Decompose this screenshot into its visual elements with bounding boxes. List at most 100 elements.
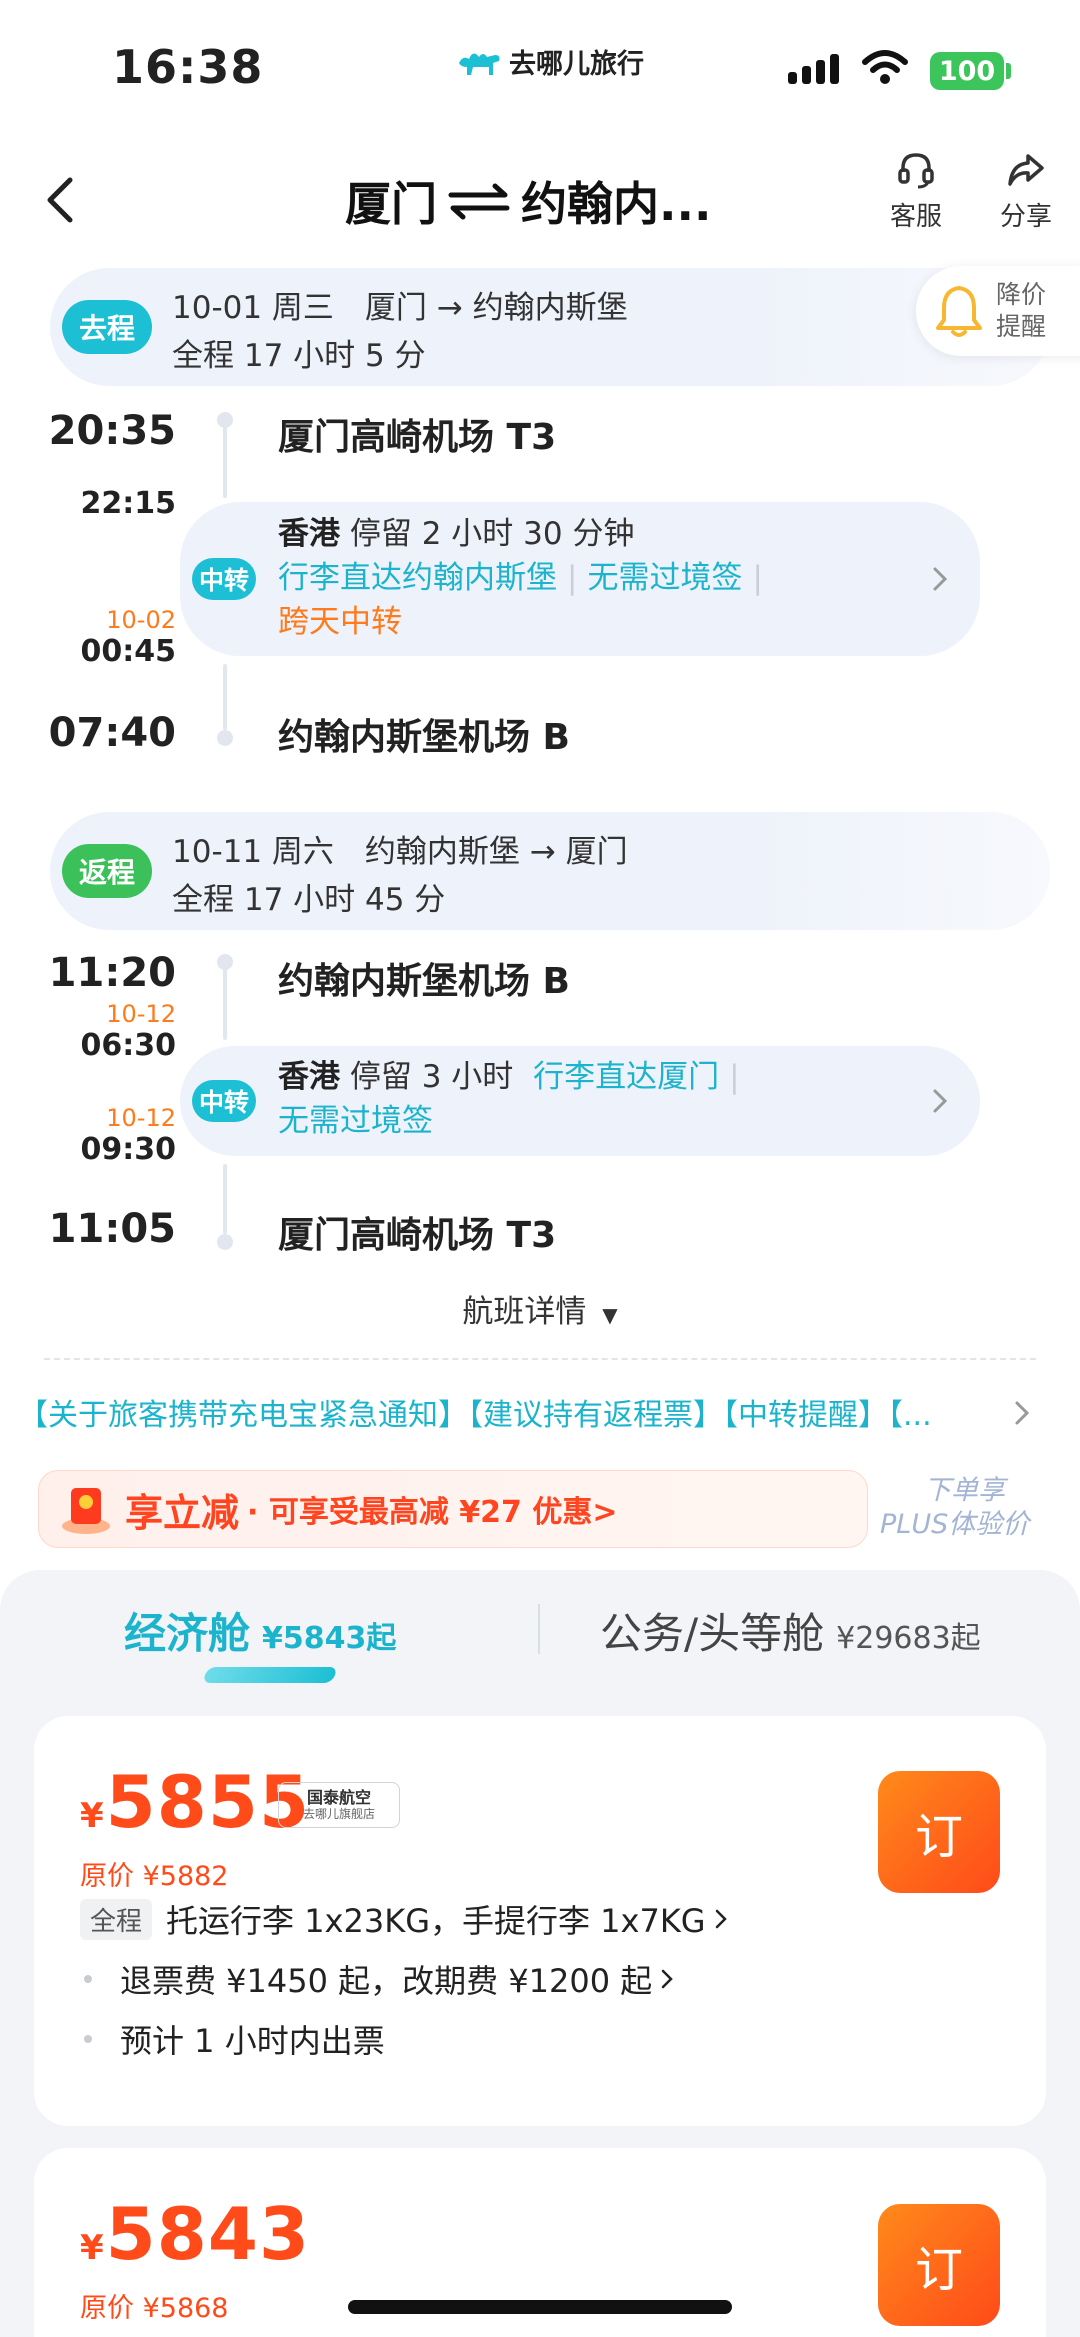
return-badge: 返程 <box>62 844 152 898</box>
outbound-summary: 去程 10-01 周三 厦门 → 约翰内斯堡 全程 17 小时 5 分 <box>50 268 1050 386</box>
chevron-right-icon <box>662 1969 674 1989</box>
battery-tip <box>1006 63 1011 79</box>
return-transfer-stay: 停留 3 小时 <box>349 1059 514 1095</box>
timeline-dot <box>217 730 233 746</box>
outbound-depart-time: 20:35 <box>48 408 176 454</box>
outbound-date-route: 10-01 周三 厦门 → 约翰内斯堡 <box>172 290 628 326</box>
bullet <box>84 1975 92 1983</box>
price-alert-line2: 提醒 <box>996 312 1047 341</box>
flight-details-toggle[interactable]: 航班详情 ▼ <box>0 1286 1080 1331</box>
tab-economy-label: 经济舱 <box>124 1609 251 1658</box>
battery-indicator: 100 <box>930 52 1004 90</box>
return-transfer-badge: 中转 <box>192 1080 256 1122</box>
status-bar: 16:38 去哪儿旅行 100 <box>0 0 1080 130</box>
promo-description: · 可享受最高减 ¥27 优惠> <box>247 1495 618 1530</box>
baggage-row[interactable]: 全程 托运行李 1x23KG，手提行李 1x7KG <box>80 1896 728 1942</box>
status-time: 16:38 <box>112 40 264 94</box>
red-envelope-icon <box>62 1488 110 1534</box>
original-price: 原价 ¥5868 <box>80 2293 229 2324</box>
chevron-right-icon <box>715 1909 727 1929</box>
route-title: 厦门 约翰内... <box>345 168 711 234</box>
plus-price-hint[interactable]: 下单享 PLUS体验价 <box>880 1474 1029 1542</box>
outbound-transfer-city: 香港 <box>278 516 340 552</box>
outbound-transfer-info: 香港 停留 2 小时 30 分钟 行李直达约翰内斯堡 | 无需过境签 | 跨天中转 <box>278 516 763 640</box>
return-transfer-card[interactable]: 中转 香港 停留 3 小时 行李直达厦门 | 无需过境签 <box>180 1046 980 1156</box>
outbound-transfer-badge: 中转 <box>192 558 256 600</box>
return-transfer-tag-baggage: 行李直达厦门 <box>533 1059 720 1095</box>
tab-economy-price: ¥5843起 <box>262 1621 397 1656</box>
fare-price: ¥ 5843 <box>80 2192 310 2276</box>
bell-icon <box>936 286 982 337</box>
timeline-line <box>223 420 227 498</box>
refund-info: 退票费 ¥1450 起，改期费 ¥1200 起 <box>120 1962 653 2000</box>
share-button[interactable]: 分享 <box>1000 150 1052 233</box>
tab-economy[interactable]: 经济舱 ¥5843起 <box>124 1600 396 1661</box>
timeline-line <box>223 1164 227 1234</box>
return-transfer-info: 香港 停留 3 小时 行李直达厦门 | 无需过境签 <box>278 1059 740 1139</box>
scope-chip: 全程 <box>80 1898 153 1940</box>
outbound-depart-airport: 厦门高崎机场 T3 <box>278 417 557 458</box>
airline-store: 去哪儿旗舰店 <box>302 1806 375 1821</box>
tab-divider <box>538 1604 540 1654</box>
wifi-icon <box>862 50 908 84</box>
plus-hint-line1: 下单享 <box>924 1475 1005 1506</box>
chevron-right-icon[interactable] <box>1012 1398 1032 1428</box>
outbound-transfer-arrive-time: 22:15 <box>80 486 177 521</box>
outbound-transfer-stay: 停留 2 小时 30 分钟 <box>349 516 635 552</box>
return-depart-airport: 约翰内斯堡机场 B <box>278 961 570 1002</box>
book-button[interactable]: 订 <box>878 2204 1000 2326</box>
fare-price: ¥ 5855 <box>80 1760 310 1844</box>
customer-service-button[interactable]: 客服 <box>890 150 942 233</box>
share-label: 分享 <box>1000 202 1053 232</box>
notice-bar[interactable]: 【关于旅客携带充电宝紧急通知】【建议持有返程票】【中转提醒】【... <box>18 1390 1048 1434</box>
baggage-info: 托运行李 1x23KG，手提行李 1x7KG <box>166 1902 706 1940</box>
chevron-right-icon <box>933 567 948 591</box>
airline-store-tag: 国泰航空 去哪儿旗舰店 <box>278 1782 400 1828</box>
outbound-transfer-depart-time: 00:45 <box>80 634 177 669</box>
airline-name: 国泰航空 <box>306 1787 371 1807</box>
brand-name: 去哪儿旅行 <box>509 49 644 80</box>
return-transfer-depart-time: 09:30 <box>80 1132 177 1167</box>
outbound-arrive-time: 07:40 <box>48 710 176 756</box>
promo-banner[interactable]: 享立减 · 可享受最高减 ¥27 优惠> <box>38 1470 868 1548</box>
camel-logo-icon <box>459 52 500 75</box>
tab-business-first[interactable]: 公务/头等舱 ¥29683起 <box>600 1600 981 1661</box>
refund-row[interactable]: 退票费 ¥1450 起，改期费 ¥1200 起 <box>80 1956 674 2002</box>
timeline-line <box>223 962 227 1040</box>
outbound-transfer-tag-visa: 无需过境签 <box>587 560 743 596</box>
return-arrive-time: 11:05 <box>48 1206 176 1252</box>
currency-symbol: ¥ <box>80 1796 104 1836</box>
original-price: 原价 ¥5882 <box>80 1861 229 1892</box>
nav-bar: 厦门 约翰内... 客服 分享 <box>0 140 1080 250</box>
outbound-transfer-tag-baggage: 行李直达约翰内斯堡 <box>278 560 557 596</box>
share-icon <box>1008 154 1044 186</box>
return-summary: 返程 10-11 周六 约翰内斯堡 → 厦门 全程 17 小时 45 分 <box>50 812 1050 930</box>
tab-business-price: ¥29683起 <box>836 1621 981 1656</box>
headset-icon <box>898 153 934 189</box>
timeline-dot <box>217 1234 233 1250</box>
price-alert-button[interactable]: 降价 提醒 <box>916 266 1080 356</box>
return-transfer-tag-visa: 无需过境签 <box>278 1103 433 1139</box>
caret-down-icon: ▼ <box>602 1303 618 1327</box>
active-tab-indicator <box>202 1667 338 1683</box>
plus-hint-line2: PLUS体验价 <box>880 1509 1030 1540</box>
return-date-route: 10-11 周六 约翰内斯堡 → 厦门 <box>172 834 628 870</box>
ticketing-row: 预计 1 小时内出票 <box>80 2016 385 2062</box>
home-indicator <box>348 2300 732 2314</box>
outbound-duration: 全程 17 小时 5 分 <box>172 338 426 374</box>
chevron-right-icon <box>933 1089 948 1113</box>
book-button[interactable]: 订 <box>878 1771 1000 1893</box>
divider <box>44 1358 1036 1360</box>
return-transfer-city: 香港 <box>278 1059 340 1095</box>
back-arrow-icon[interactable] <box>40 170 80 230</box>
return-duration: 全程 17 小时 45 分 <box>172 882 446 918</box>
return-transfer-arrive-date: 10-12 <box>106 1000 176 1028</box>
outbound-transfer-card[interactable]: 中转 香港 停留 2 小时 30 分钟 行李直达约翰内斯堡 | 无需过境签 | 跨天中… <box>180 502 980 656</box>
return-arrive-airport: 厦门高崎机场 T3 <box>278 1215 557 1256</box>
outbound-badge: 去程 <box>62 300 152 354</box>
tab-business-label: 公务/头等舱 <box>600 1609 825 1658</box>
bullet <box>84 2035 92 2043</box>
route-from: 厦门 <box>345 177 437 231</box>
outbound-transfer-note: 跨天中转 <box>278 604 402 640</box>
brand: 去哪儿旅行 <box>455 42 644 81</box>
